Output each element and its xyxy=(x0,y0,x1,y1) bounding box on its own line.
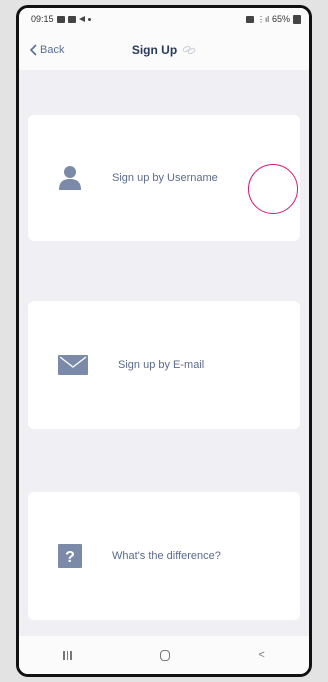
notification-folder-icon xyxy=(67,15,76,23)
android-navigation-bar: < xyxy=(19,636,309,674)
battery-percent: 65% xyxy=(271,14,290,24)
status-bar: 09:15 ⋮ıl 65% xyxy=(19,8,309,30)
notification-dot-icon xyxy=(87,17,91,21)
touch-indicator xyxy=(248,164,298,214)
status-left: 09:15 xyxy=(31,14,91,24)
phone-frame: 09:15 ⋮ıl 65% Back Sign Up Sign up by Us… xyxy=(16,5,312,677)
recents-button[interactable] xyxy=(63,650,72,660)
app-screen: 09:15 ⋮ıl 65% Back Sign Up Sign up by Us… xyxy=(19,8,309,674)
back-button[interactable]: Back xyxy=(29,30,64,70)
signup-email-label: Sign up by E-mail xyxy=(118,359,205,371)
notification-image-icon xyxy=(56,15,65,23)
page-title: Sign Up xyxy=(131,43,178,57)
difference-info-label: What's the difference? xyxy=(112,550,221,562)
page-title-container: Sign Up xyxy=(132,43,196,57)
question-icon: ? xyxy=(58,544,82,568)
signup-email-option[interactable]: Sign up by E-mail xyxy=(28,301,300,429)
signup-username-label: Sign up by Username xyxy=(112,172,218,184)
difference-info-option[interactable]: ? What's the difference? xyxy=(28,492,300,620)
system-back-button[interactable]: < xyxy=(258,649,264,661)
link-icon xyxy=(182,45,196,55)
status-time: 09:15 xyxy=(31,14,54,24)
status-right: ⋮ıl 65% xyxy=(245,14,301,24)
alarm-icon xyxy=(245,15,254,23)
svg-text:?: ? xyxy=(65,549,75,566)
home-button[interactable] xyxy=(160,649,171,661)
battery-icon xyxy=(293,14,301,24)
envelope-icon xyxy=(58,353,88,377)
person-icon xyxy=(58,166,82,190)
navigation-bar: Back Sign Up xyxy=(19,30,309,70)
chevron-left-icon xyxy=(29,44,37,56)
back-label: Back xyxy=(40,44,65,56)
wifi-signal-icon: ⋮ıl xyxy=(256,14,269,24)
notification-send-icon xyxy=(78,16,85,22)
